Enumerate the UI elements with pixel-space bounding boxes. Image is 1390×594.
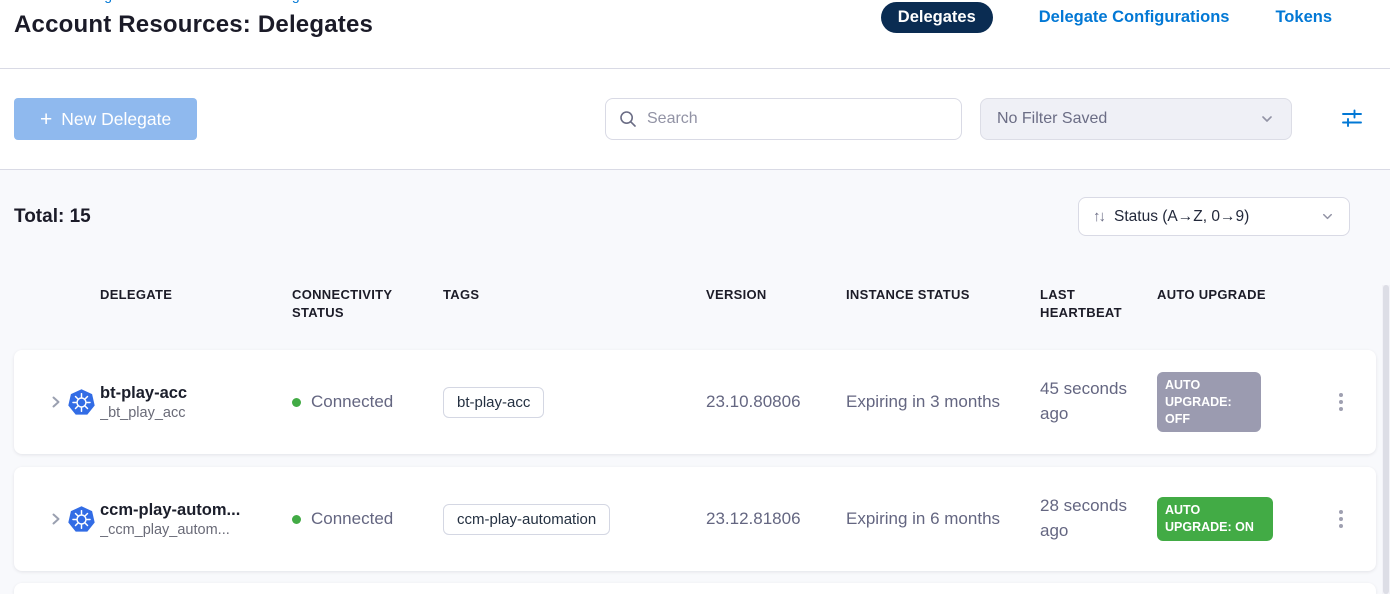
tab-bar: Delegates Delegate Configurations Tokens (881, 2, 1332, 33)
last-heartbeat: 28 seconds ago (1040, 494, 1157, 543)
tab-delegates[interactable]: Delegates (881, 2, 993, 33)
connected-status-dot (292, 398, 301, 407)
search-input[interactable] (647, 110, 949, 128)
delegate-version: 23.12.81806 (706, 509, 846, 529)
plus-icon: + (40, 109, 52, 130)
new-delegate-label: New Delegate (61, 109, 171, 130)
col-header-instance-status: INSTANCE STATUS (846, 286, 1040, 321)
table-row[interactable]: ccm-play-autom... _ccm_play_autom... Con… (14, 467, 1376, 571)
saved-filter-value: No Filter Saved (997, 110, 1107, 128)
delegate-version: 23.10.80806 (706, 392, 846, 412)
sort-value: Status (A→Z, 0→9) (1114, 208, 1310, 226)
table-row-partial[interactable] (14, 583, 1376, 594)
delegate-list: bt-play-acc _bt_play_acc Connected bt-pl… (0, 350, 1390, 571)
col-header-auto-upgrade: AUTO UPGRADE (1157, 286, 1305, 321)
tab-tokens[interactable]: Tokens (1275, 8, 1332, 27)
search-box (605, 98, 962, 140)
sliders-icon (1340, 107, 1364, 131)
connectivity-status: Connected (311, 509, 393, 529)
last-heartbeat: 45 seconds ago (1040, 377, 1157, 426)
sort-arrows-icon: ↑↓ (1093, 208, 1104, 225)
chevron-down-icon (1320, 209, 1335, 224)
search-icon (618, 109, 638, 129)
auto-upgrade-badge: AUTO UPGRADE: ON (1157, 497, 1273, 541)
filter-settings-button[interactable] (1340, 107, 1364, 131)
kubernetes-icon (68, 389, 95, 416)
instance-status: Expiring in 3 months (846, 392, 1040, 412)
content-area: Total: 15 ↑↓ Status (A→Z, 0→9) DELEGATE … (0, 170, 1390, 594)
col-header-version: VERSION (706, 286, 846, 321)
summary-row: Total: 15 ↑↓ Status (A→Z, 0→9) (0, 197, 1390, 236)
tag-chip: bt-play-acc (443, 387, 544, 418)
expand-chevron-icon[interactable] (46, 509, 66, 529)
kubernetes-icon (68, 506, 95, 533)
sort-dropdown[interactable]: ↑↓ Status (A→Z, 0→9) (1078, 197, 1350, 236)
row-menu-button[interactable] (1333, 504, 1349, 534)
tab-delegate-configurations[interactable]: Delegate Configurations (1039, 8, 1230, 27)
connectivity-status: Connected (311, 392, 393, 412)
col-header-last-heartbeat: LAST HEARTBEAT (1040, 286, 1157, 321)
saved-filter-dropdown[interactable]: No Filter Saved (980, 98, 1292, 140)
auto-upgrade-badge: AUTO UPGRADE: OFF (1157, 372, 1261, 433)
row-menu-button[interactable] (1333, 387, 1349, 417)
connected-status-dot (292, 515, 301, 524)
expand-chevron-icon[interactable] (46, 392, 66, 412)
delegate-id: _bt_play_acc (100, 405, 292, 421)
toolbar: + New Delegate No Filter Saved (0, 69, 1390, 170)
col-header-delegate: DELEGATE (100, 286, 292, 321)
table-header-row: DELEGATE CONNECTIVITY STATUS TAGS VERSIO… (14, 286, 1376, 321)
chevron-down-icon (1259, 111, 1275, 127)
delegate-id: _ccm_play_autom... (100, 522, 292, 538)
page-header: Account Settings / Account Resources / D… (0, 0, 1390, 69)
tag-chip: ccm-play-automation (443, 504, 610, 535)
scrollbar-thumb[interactable] (1383, 285, 1389, 594)
table-row[interactable]: bt-play-acc _bt_play_acc Connected bt-pl… (14, 350, 1376, 454)
instance-status: Expiring in 6 months (846, 509, 1040, 529)
col-header-tags: TAGS (443, 286, 706, 321)
delegate-name[interactable]: bt-play-acc (100, 384, 292, 403)
new-delegate-button[interactable]: + New Delegate (14, 98, 197, 140)
vertical-scrollbar[interactable] (1382, 285, 1390, 594)
delegate-name[interactable]: ccm-play-autom... (100, 501, 292, 520)
col-header-connectivity-status: CONNECTIVITY STATUS (292, 286, 443, 321)
total-count: Total: 15 (14, 206, 91, 228)
